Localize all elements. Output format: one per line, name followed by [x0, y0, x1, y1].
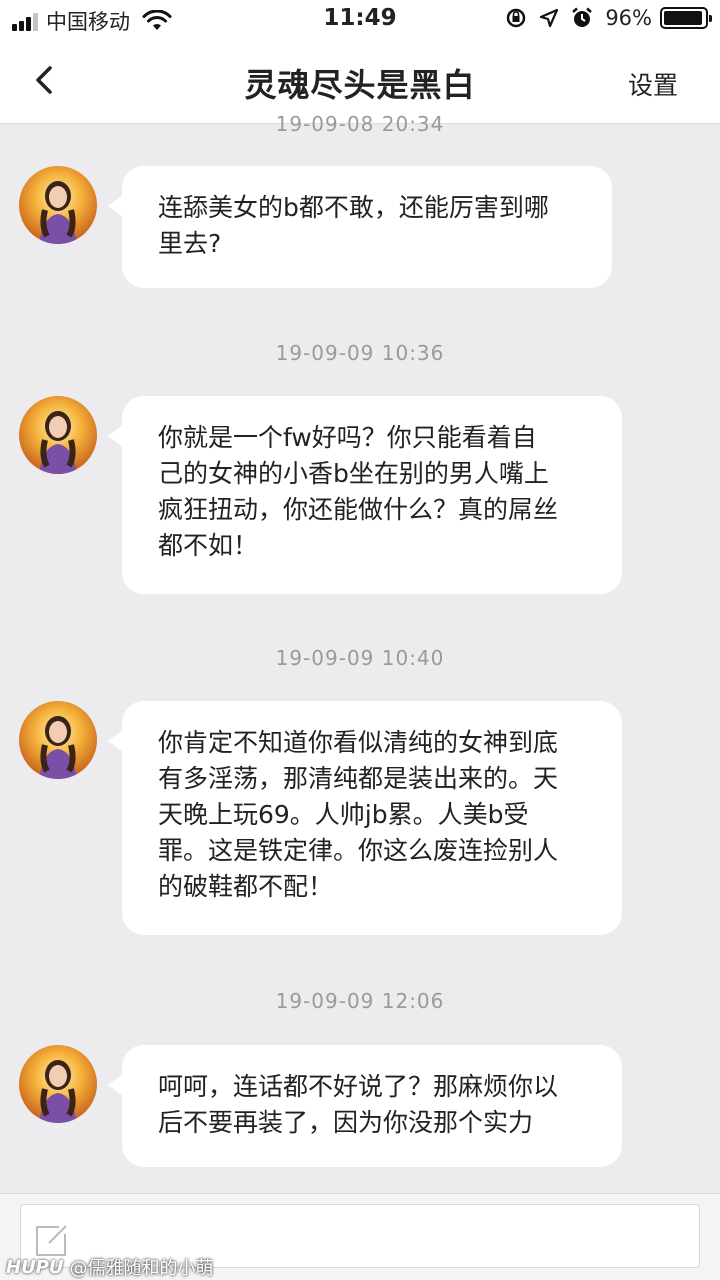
message-line: 呵呵，连话都不好说了？那麻烦你以	[158, 1072, 559, 1101]
message-bubble: 呵呵，连话都不好说了？那麻烦你以 后不要再装了，因为你没那个实力	[108, 1045, 622, 1167]
status-right: 96%	[505, 6, 712, 30]
watermark: HUPU @儒雅随和的小萌	[6, 1254, 214, 1280]
battery-percent: 96%	[605, 6, 652, 30]
page-title: 灵魂尽头是黑白	[244, 66, 476, 104]
avatar[interactable]	[19, 166, 97, 244]
message-line: 天晚上玩69。人帅jb累。人美b受	[158, 800, 529, 829]
message-bubble: 你肯定不知道你看似清纯的女神到底 有多淫荡，那清纯都是装出来的。天 天晚上玩69…	[108, 701, 622, 935]
message-line: 里去?	[158, 229, 222, 258]
message-line: 罪。这是铁定律。你这么废连捡别人	[158, 836, 559, 865]
message-line: 己的女神的小香b坐在别的男人嘴上	[158, 459, 549, 488]
avatar[interactable]	[19, 1045, 97, 1123]
message-line: 后不要再装了，因为你没那个实力	[158, 1108, 534, 1137]
message-bubble: 连舔美女的b都不敢，还能厉害到哪 里去?	[108, 166, 612, 288]
message-timestamp: 19-09-09 10:36	[275, 341, 445, 365]
battery-icon	[660, 7, 712, 29]
orientation-lock-icon	[505, 7, 527, 29]
avatar[interactable]	[19, 396, 97, 474]
message-line: 有多淫荡，那清纯都是装出来的。天	[158, 764, 559, 793]
location-icon	[539, 8, 559, 28]
message-timestamp: 19-09-09 10:40	[275, 646, 445, 670]
message-line: 你就是一个fw好吗？你只能看着自	[158, 423, 537, 452]
watermark-brand: HUPU	[6, 1256, 64, 1278]
avatar[interactable]	[19, 701, 97, 779]
alarm-icon	[571, 7, 593, 29]
message-line: 连舔美女的b都不敢，还能厉害到哪	[158, 193, 549, 222]
watermark-text: @儒雅随和的小萌	[69, 1258, 214, 1279]
message-timestamp: 19-09-09 12:06	[275, 989, 445, 1013]
status-bar: 中国移动 11:49 96%	[0, 0, 720, 40]
message-bubble: 你就是一个fw好吗？你只能看着自 己的女神的小香b坐在别的男人嘴上 疯狂扭动，你…	[108, 396, 622, 594]
settings-button[interactable]: 设置	[628, 66, 678, 102]
message-timestamp: 19-09-08 20:34	[275, 112, 445, 136]
message-line: 疯狂扭动，你还能做什么？真的屌丝	[158, 495, 559, 524]
message-line: 的破鞋都不配！	[158, 872, 334, 901]
message-line: 你肯定不知道你看似清纯的女神到底	[158, 728, 559, 757]
message-line: 都不如！	[158, 531, 259, 560]
